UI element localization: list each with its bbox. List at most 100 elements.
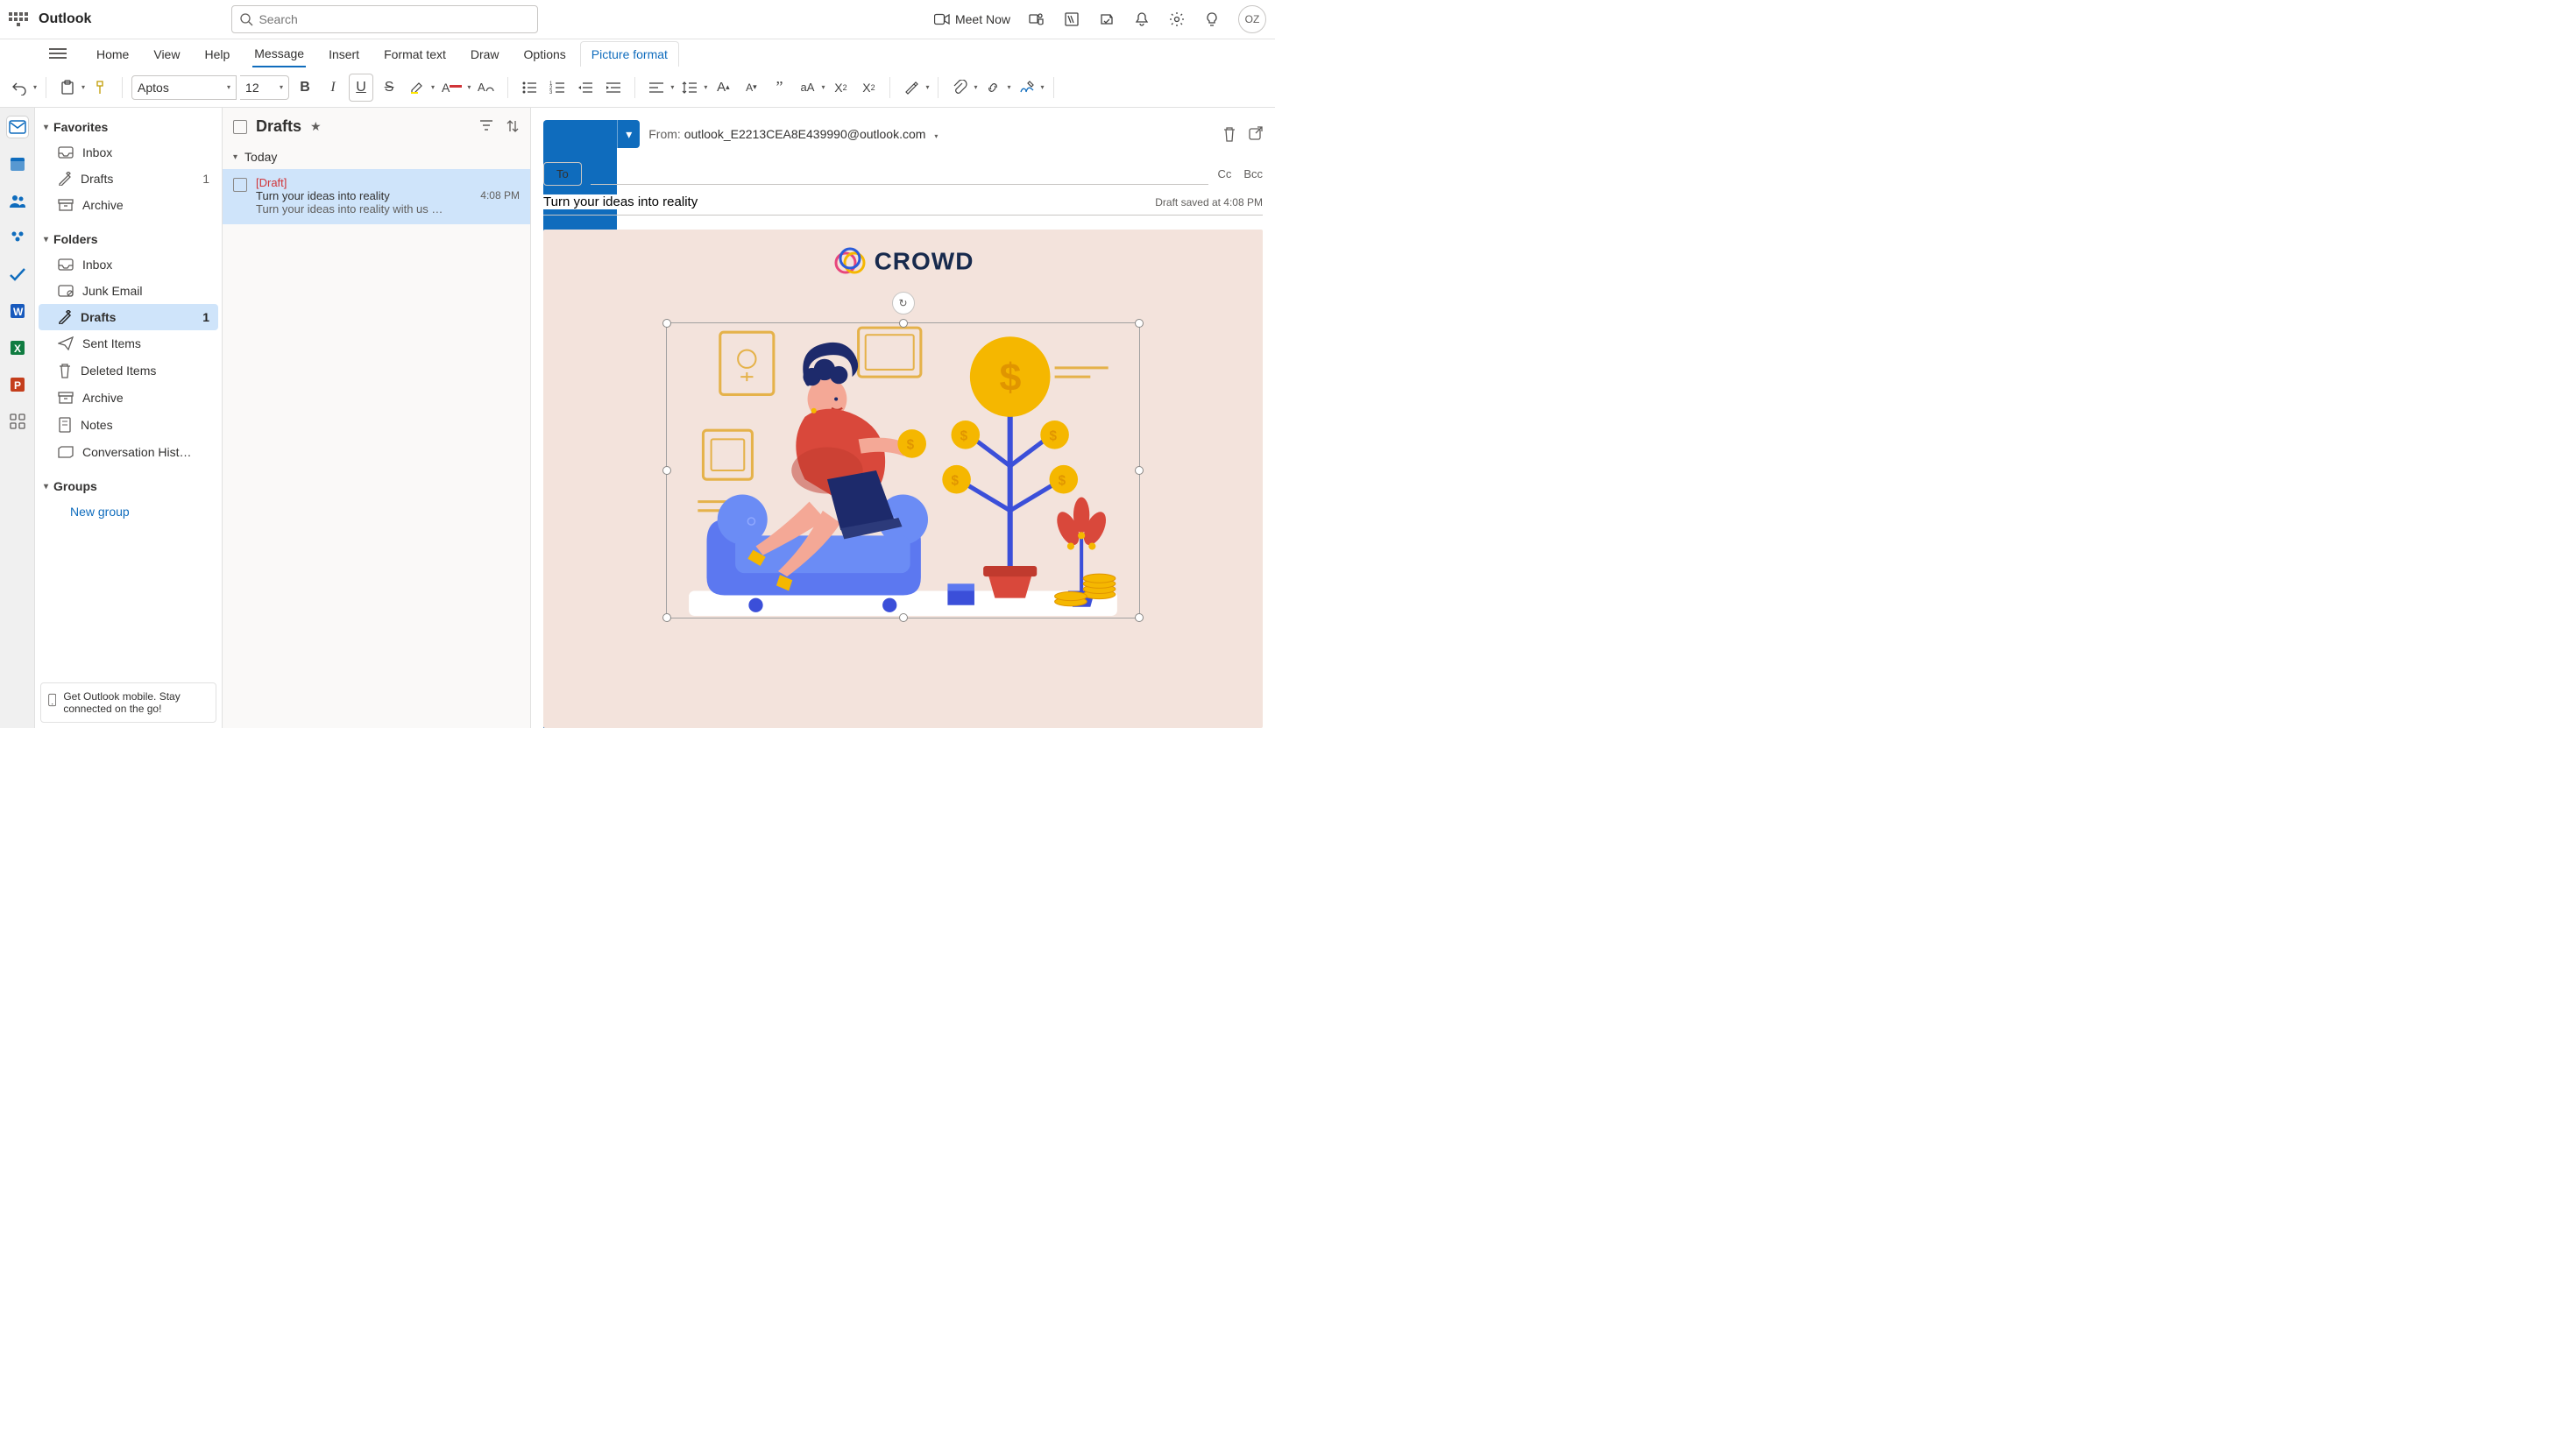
favorites-header[interactable]: ▾Favorites bbox=[35, 115, 222, 139]
folder-deleted[interactable]: Deleted Items bbox=[39, 357, 218, 385]
clear-formatting-button[interactable]: A bbox=[474, 74, 499, 102]
signature-button[interactable] bbox=[1015, 74, 1039, 102]
bcc-button[interactable]: Bcc bbox=[1243, 167, 1263, 180]
styles-button[interactable] bbox=[899, 74, 924, 102]
tab-options[interactable]: Options bbox=[514, 40, 577, 67]
message-row[interactable]: [Draft] Turn your ideas into reality4:08… bbox=[223, 169, 530, 224]
rail-calendar-icon[interactable] bbox=[7, 153, 28, 174]
rail-powerpoint-icon[interactable]: P bbox=[7, 374, 28, 395]
rail-todo-icon[interactable] bbox=[7, 264, 28, 285]
resize-handle-e[interactable] bbox=[1135, 466, 1144, 475]
folder-conversation-history[interactable]: Conversation Hist… bbox=[39, 439, 218, 465]
rotate-handle[interactable]: ↻ bbox=[892, 292, 915, 315]
font-size-select[interactable]: 12▾ bbox=[240, 75, 289, 100]
quote-button[interactable]: ” bbox=[767, 74, 791, 102]
paste-menu-caret[interactable]: ▾ bbox=[81, 83, 85, 91]
fav-archive[interactable]: Archive bbox=[39, 192, 218, 218]
selected-image[interactable]: ↻ bbox=[666, 322, 1140, 618]
resize-handle-n[interactable] bbox=[899, 319, 908, 328]
link-button[interactable] bbox=[981, 74, 1005, 102]
increase-font-button[interactable]: A▴ bbox=[711, 74, 735, 102]
subscript-button[interactable]: X2 bbox=[828, 74, 853, 102]
font-name-select[interactable]: Aptos▾ bbox=[131, 75, 237, 100]
mobile-prompt[interactable]: Get Outlook mobile. Stay connected on th… bbox=[40, 682, 216, 723]
teams-icon[interactable] bbox=[1028, 11, 1045, 28]
message-body[interactable]: CROWD ↻ bbox=[543, 230, 1263, 728]
discard-icon[interactable] bbox=[1222, 126, 1236, 142]
tab-message[interactable]: Message bbox=[244, 39, 315, 67]
bold-button[interactable]: B bbox=[293, 74, 317, 102]
my-day-icon[interactable] bbox=[1098, 11, 1116, 28]
select-all-checkbox[interactable] bbox=[233, 120, 247, 134]
align-button[interactable] bbox=[644, 74, 669, 102]
groups-header[interactable]: ▾Groups bbox=[35, 474, 222, 498]
folder-archive[interactable]: Archive bbox=[39, 385, 218, 411]
folder-inbox[interactable]: Inbox bbox=[39, 251, 218, 278]
numbering-button[interactable]: 123 bbox=[545, 74, 570, 102]
cc-button[interactable]: Cc bbox=[1217, 167, 1231, 180]
sort-icon[interactable] bbox=[506, 119, 520, 133]
folder-notes[interactable]: Notes bbox=[39, 411, 218, 439]
resize-handle-nw[interactable] bbox=[662, 319, 671, 328]
rail-people-icon[interactable] bbox=[7, 190, 28, 211]
folder-sent[interactable]: Sent Items bbox=[39, 330, 218, 357]
tips-icon[interactable] bbox=[1203, 11, 1221, 28]
rail-more-apps-icon[interactable] bbox=[7, 411, 28, 432]
notifications-icon[interactable] bbox=[1133, 11, 1151, 28]
nav-toggle-icon[interactable] bbox=[49, 46, 67, 61]
resize-handle-w[interactable] bbox=[662, 466, 671, 475]
subject-input[interactable] bbox=[543, 194, 1155, 209]
to-button[interactable]: To bbox=[543, 162, 582, 186]
tab-draw[interactable]: Draw bbox=[460, 40, 510, 67]
filter-icon[interactable] bbox=[479, 119, 493, 133]
highlight-button[interactable] bbox=[405, 74, 429, 102]
resize-handle-sw[interactable] bbox=[662, 613, 671, 622]
from-field[interactable]: From: outlook_E2213CEA8E439990@outlook.c… bbox=[648, 127, 938, 141]
group-today[interactable]: ▾Today bbox=[223, 145, 530, 169]
meet-now-button[interactable]: Meet Now bbox=[934, 12, 1010, 26]
to-input[interactable] bbox=[591, 164, 1209, 185]
resize-handle-s[interactable] bbox=[899, 613, 908, 622]
outdent-button[interactable] bbox=[573, 74, 598, 102]
onenote-feed-icon[interactable] bbox=[1063, 11, 1080, 28]
favorite-star-icon[interactable]: ★ bbox=[310, 119, 322, 134]
tab-view[interactable]: View bbox=[143, 40, 190, 67]
fav-inbox[interactable]: Inbox bbox=[39, 139, 218, 166]
line-spacing-button[interactable] bbox=[677, 74, 702, 102]
account-avatar[interactable]: OZ bbox=[1238, 5, 1266, 33]
tab-picture-format[interactable]: Picture format bbox=[580, 41, 679, 67]
rail-excel-icon[interactable]: X bbox=[7, 337, 28, 358]
tab-insert[interactable]: Insert bbox=[318, 40, 370, 67]
undo-menu-caret[interactable]: ▾ bbox=[33, 83, 37, 91]
resize-handle-se[interactable] bbox=[1135, 613, 1144, 622]
paste-button[interactable] bbox=[55, 74, 80, 102]
send-options-caret[interactable]: ▾ bbox=[617, 120, 640, 148]
format-painter-button[interactable] bbox=[89, 74, 113, 102]
folder-drafts[interactable]: Drafts1 bbox=[39, 304, 218, 330]
new-group-link[interactable]: New group bbox=[35, 498, 222, 525]
folders-header[interactable]: ▾Folders bbox=[35, 227, 222, 251]
underline-button[interactable]: U bbox=[349, 74, 373, 102]
settings-icon[interactable] bbox=[1168, 11, 1186, 28]
rail-groups-icon[interactable] bbox=[7, 227, 28, 248]
search-box[interactable] bbox=[231, 5, 538, 33]
font-color-button[interactable]: A bbox=[438, 74, 465, 102]
tab-format-text[interactable]: Format text bbox=[373, 40, 457, 67]
folder-junk[interactable]: Junk Email bbox=[39, 278, 218, 304]
change-case-button[interactable]: aA bbox=[795, 74, 819, 102]
bullets-button[interactable] bbox=[517, 74, 542, 102]
app-launcher-icon[interactable] bbox=[9, 10, 28, 29]
italic-button[interactable]: I bbox=[321, 74, 345, 102]
strikethrough-button[interactable]: S bbox=[377, 74, 401, 102]
tab-home[interactable]: Home bbox=[86, 40, 139, 67]
attach-button[interactable] bbox=[947, 74, 972, 102]
tab-help[interactable]: Help bbox=[194, 40, 240, 67]
undo-button[interactable] bbox=[7, 74, 32, 102]
fav-drafts[interactable]: Drafts1 bbox=[39, 166, 218, 192]
popout-icon[interactable] bbox=[1249, 126, 1263, 142]
row-checkbox[interactable] bbox=[233, 178, 247, 192]
search-input[interactable] bbox=[259, 12, 530, 26]
rail-mail-icon[interactable] bbox=[7, 117, 28, 138]
decrease-font-button[interactable]: A▾ bbox=[739, 74, 763, 102]
indent-button[interactable] bbox=[601, 74, 626, 102]
